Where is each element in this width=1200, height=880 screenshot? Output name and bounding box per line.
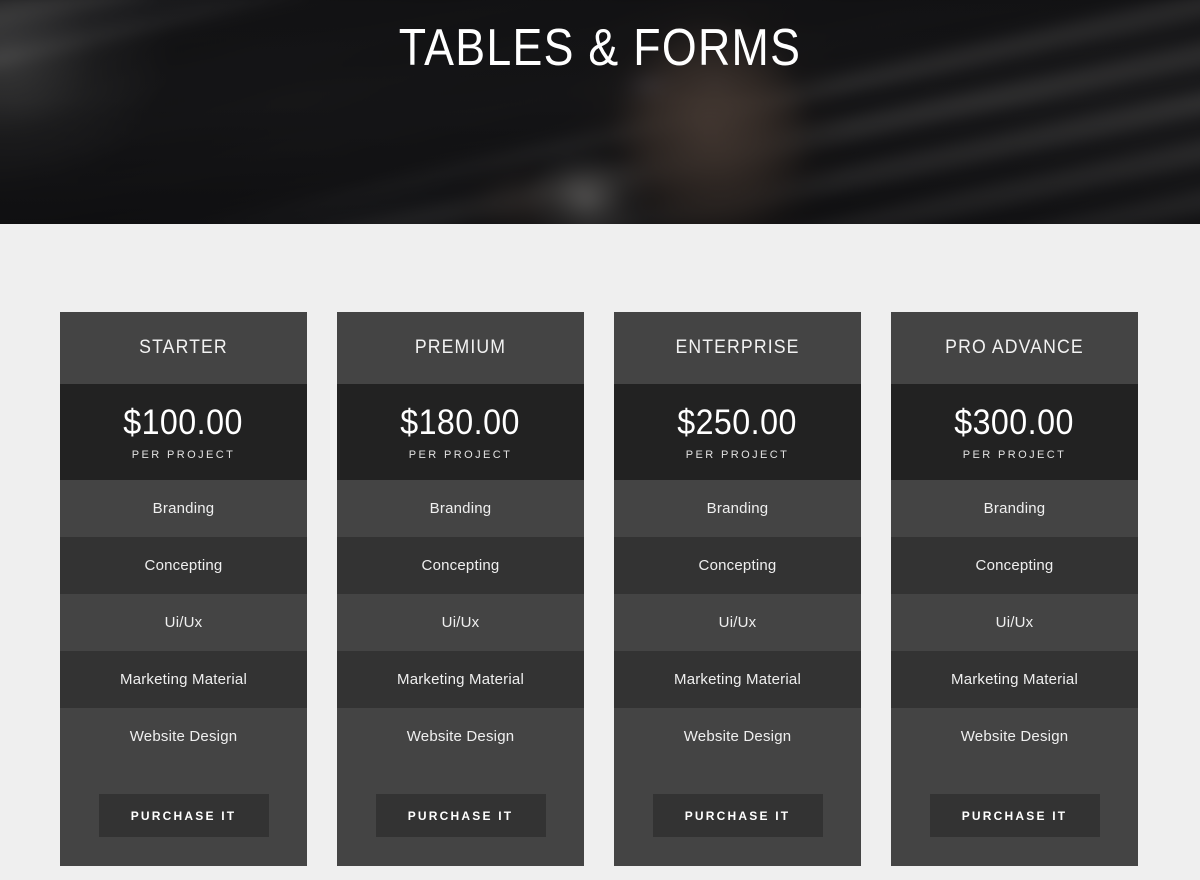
plan-feature-list: Branding Concepting Ui/Ux Marketing Mate… bbox=[60, 480, 307, 765]
hero-banner: TABLES & FORMS bbox=[0, 0, 1200, 224]
pricing-grid: STARTER $100.00 PER PROJECT Branding Con… bbox=[60, 312, 1140, 866]
list-item: Ui/Ux bbox=[337, 594, 584, 651]
pricing-card-starter[interactable]: STARTER $100.00 PER PROJECT Branding Con… bbox=[60, 312, 307, 866]
plan-footer: PURCHASE IT bbox=[614, 765, 861, 866]
plan-feature-list: Branding Concepting Ui/Ux Marketing Mate… bbox=[614, 480, 861, 765]
plan-footer: PURCHASE IT bbox=[337, 765, 584, 866]
list-item: Branding bbox=[60, 480, 307, 537]
list-item: Marketing Material bbox=[337, 651, 584, 708]
list-item: Branding bbox=[891, 480, 1138, 537]
plan-name: STARTER bbox=[68, 312, 299, 384]
plan-period: PER PROJECT bbox=[408, 449, 513, 462]
plan-period: PER PROJECT bbox=[685, 449, 790, 462]
plan-period: PER PROJECT bbox=[962, 449, 1067, 462]
plan-price-band: $300.00 PER PROJECT bbox=[891, 384, 1138, 480]
plan-price: $180.00 bbox=[400, 402, 521, 442]
plan-feature-list: Branding Concepting Ui/Ux Marketing Mate… bbox=[337, 480, 584, 765]
list-item: Branding bbox=[337, 480, 584, 537]
pricing-card-premium[interactable]: PREMIUM $180.00 PER PROJECT Branding Con… bbox=[337, 312, 584, 866]
list-item: Concepting bbox=[891, 537, 1138, 594]
pricing-section: STARTER $100.00 PER PROJECT Branding Con… bbox=[0, 224, 1200, 866]
list-item: Website Design bbox=[891, 708, 1138, 765]
purchase-button[interactable]: PURCHASE IT bbox=[375, 794, 546, 837]
plan-period: PER PROJECT bbox=[131, 449, 236, 462]
plan-name: PREMIUM bbox=[345, 312, 576, 384]
list-item: Concepting bbox=[614, 537, 861, 594]
list-item: Ui/Ux bbox=[60, 594, 307, 651]
list-item: Website Design bbox=[60, 708, 307, 765]
page-title: TABLES & FORMS bbox=[398, 19, 802, 77]
list-item: Website Design bbox=[614, 708, 861, 765]
purchase-button[interactable]: PURCHASE IT bbox=[929, 794, 1100, 837]
plan-price: $100.00 bbox=[123, 402, 244, 442]
purchase-button[interactable]: PURCHASE IT bbox=[98, 794, 269, 837]
plan-price-band: $250.00 PER PROJECT bbox=[614, 384, 861, 480]
plan-footer: PURCHASE IT bbox=[60, 765, 307, 866]
list-item: Branding bbox=[614, 480, 861, 537]
list-item: Concepting bbox=[60, 537, 307, 594]
purchase-button[interactable]: PURCHASE IT bbox=[652, 794, 823, 837]
list-item: Marketing Material bbox=[60, 651, 307, 708]
plan-price: $250.00 bbox=[677, 402, 798, 442]
list-item: Ui/Ux bbox=[891, 594, 1138, 651]
list-item: Marketing Material bbox=[614, 651, 861, 708]
list-item: Website Design bbox=[337, 708, 584, 765]
list-item: Ui/Ux bbox=[614, 594, 861, 651]
list-item: Concepting bbox=[337, 537, 584, 594]
plan-feature-list: Branding Concepting Ui/Ux Marketing Mate… bbox=[891, 480, 1138, 765]
plan-name: PRO ADVANCE bbox=[899, 312, 1130, 384]
plan-name: ENTERPRISE bbox=[622, 312, 853, 384]
plan-price: $300.00 bbox=[954, 402, 1075, 442]
list-item: Marketing Material bbox=[891, 651, 1138, 708]
pricing-card-enterprise[interactable]: ENTERPRISE $250.00 PER PROJECT Branding … bbox=[614, 312, 861, 866]
plan-price-band: $100.00 PER PROJECT bbox=[60, 384, 307, 480]
plan-footer: PURCHASE IT bbox=[891, 765, 1138, 866]
pricing-card-pro-advance[interactable]: PRO ADVANCE $300.00 PER PROJECT Branding… bbox=[891, 312, 1138, 866]
plan-price-band: $180.00 PER PROJECT bbox=[337, 384, 584, 480]
